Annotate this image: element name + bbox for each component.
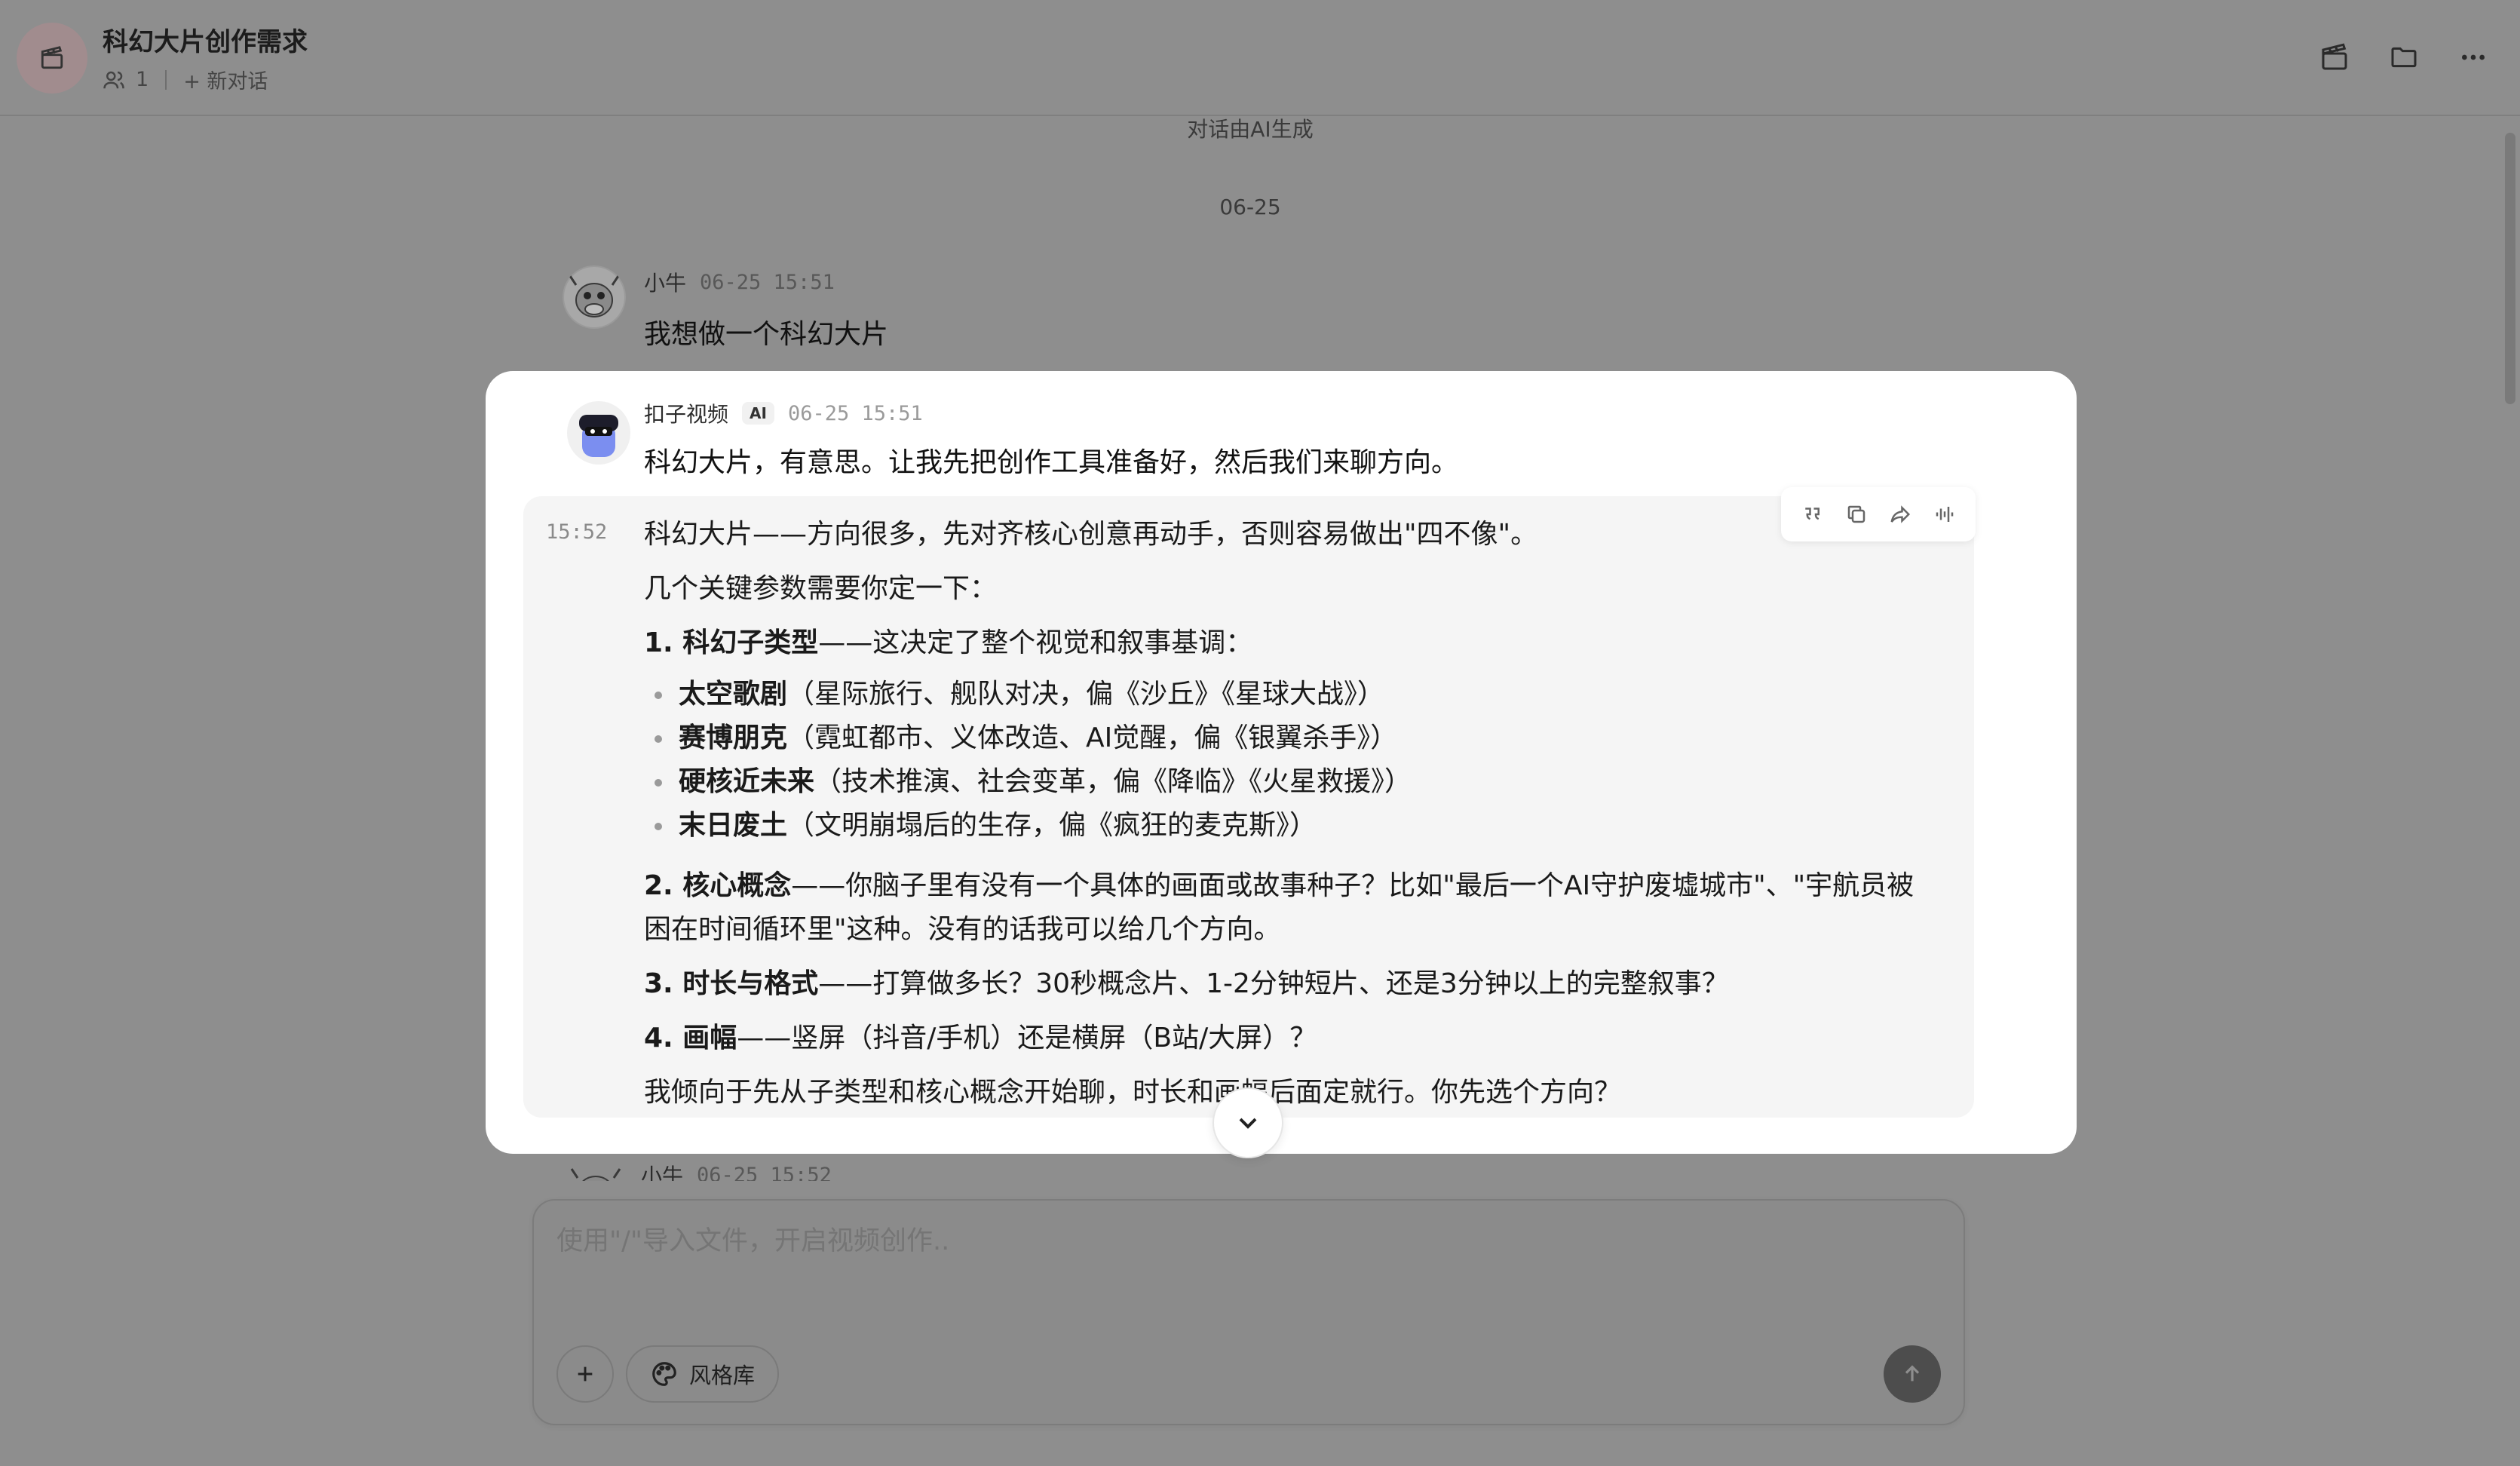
- palette-icon: [652, 1362, 676, 1386]
- list-item: 末日废土（文明崩塌后的生存，偏《疯狂的麦克斯》）: [644, 804, 1941, 848]
- app-window: 科幻大片创作需求 1 + 新对话 对话由AI生成 06-25 小牛 06-25 …: [0, 0, 2520, 1466]
- date-divider: 06-25: [1219, 195, 1281, 219]
- cow-avatar-icon: [570, 1168, 621, 1181]
- message-focus-card: 扣子视频 AI 06-25 15:51 科幻大片，有意思。让我先把创作工具准备好…: [486, 371, 2077, 1158]
- user-avatar[interactable]: [563, 265, 626, 329]
- user-avatar: [564, 1158, 627, 1181]
- message-input[interactable]: [556, 1226, 1929, 1256]
- reply-intro: 科幻大片——方向很多，先对齐核心创意再动手，否则容易做出"四不像"。: [644, 519, 1538, 550]
- sender-name: 小牛: [644, 271, 687, 296]
- message-time: 06-25 15:52: [697, 1163, 832, 1182]
- reply-params-intro: 几个关键参数需要你定一下：: [644, 573, 998, 604]
- reply-closing: 我倾向于先从子类型和核心概念开始聊，时长和画幅后面定就行。你先选个方向？: [644, 1077, 1622, 1108]
- add-attachment-button[interactable]: [556, 1345, 614, 1403]
- reply-item-4: 4. 画幅——竖屏（抖音/手机）还是横屏（B站/大屏）？: [644, 1023, 1317, 1053]
- message-time: 06-25 15:51: [787, 401, 923, 425]
- header-actions: [2318, 41, 2490, 74]
- message-text: 我想做一个科幻大片: [644, 319, 889, 350]
- scrollbar[interactable]: [2505, 133, 2515, 404]
- conversation-meta: 1 + 新对话: [103, 65, 268, 94]
- chevron-down-icon: [1239, 1118, 1257, 1129]
- bot-avatar-icon: [579, 415, 618, 457]
- chat-header: 科幻大片创作需求 1 + 新对话: [0, 0, 2520, 116]
- clapperboard-icon: [41, 46, 63, 69]
- message-user-1: 小牛 06-25 15:51 我想做一个科幻大片: [644, 267, 888, 351]
- ai-avatar[interactable]: [567, 401, 630, 465]
- ai-reply-content: 科幻大片——方向很多，先对齐核心创意再动手，否则容易做出"四不像"。 几个关键参…: [644, 513, 1941, 1125]
- reply-item-2: 2. 核心概念——你脑子里有没有一个具体的画面或故事种子？比如"最后一个AI守护…: [644, 870, 1915, 945]
- more-icon[interactable]: [2457, 41, 2490, 74]
- conversation-title: 科幻大片创作需求: [103, 27, 308, 57]
- ai-generated-notice: 对话由AI生成: [1187, 117, 1314, 142]
- arrow-up-icon: [1905, 1365, 1920, 1382]
- plus-icon: [578, 1366, 593, 1382]
- message-ai-1: 扣子视频 AI 06-25 15:51 科幻大片，有意思。让我先把创作工具准备好…: [644, 398, 1458, 480]
- message-text: 科幻大片，有意思。让我先把创作工具准备好，然后我们来聊方向。: [644, 447, 1459, 478]
- cow-avatar-icon: [564, 267, 624, 327]
- list-item: 硬核近未来（技术推演、社会变革，偏《降临》《火星救援》）: [644, 760, 1941, 804]
- conversation-avatar[interactable]: [17, 23, 87, 94]
- ai-reply-block: 15:52 科幻大片——方向很多，先对齐核心创意再动手，否则容易做出"四不像"。…: [523, 487, 1976, 1118]
- sender-name: 小牛: [641, 1164, 684, 1181]
- message-time: 06-25 15:51: [700, 270, 835, 294]
- clapperboard-icon[interactable]: [2318, 41, 2351, 74]
- reply-item-1: 1. 科幻子类型——这决定了整个视觉和叙事基调：: [644, 627, 1253, 658]
- list-item: 太空歌剧（星际旅行、舰队对决，偏《沙丘》《星球大战》）: [644, 673, 1941, 716]
- meta-divider: [165, 69, 167, 90]
- sender-name: 扣子视频: [644, 402, 729, 427]
- style-library-button[interactable]: 风格库: [626, 1345, 780, 1403]
- style-library-label: 风格库: [689, 1363, 756, 1388]
- message-time: 15:52: [546, 520, 608, 544]
- scroll-to-bottom-button[interactable]: [1212, 1087, 1283, 1158]
- message-composer: 风格库: [532, 1199, 1965, 1425]
- message-user-2-partial: 小牛 06-25 15:52: [564, 1158, 832, 1181]
- subgenre-list: 太空歌剧（星际旅行、舰队对决，偏《沙丘》《星球大战》） 赛博朋克（霓虹都市、义体…: [644, 673, 1941, 848]
- send-button[interactable]: [1884, 1345, 1941, 1403]
- list-item: 赛博朋克（霓虹都市、义体改造、AI觉醒，偏《银翼杀手》）: [644, 716, 1941, 760]
- new-chat-button[interactable]: + 新对话: [183, 65, 268, 94]
- ai-badge: AI: [742, 402, 774, 425]
- members-icon[interactable]: [103, 69, 125, 91]
- reply-item-3: 3. 时长与格式——打算做多长？30秒概念片、1-2分钟短片、还是3分钟以上的完…: [644, 968, 1729, 999]
- folder-icon[interactable]: [2387, 41, 2420, 74]
- member-count: 1: [136, 68, 149, 91]
